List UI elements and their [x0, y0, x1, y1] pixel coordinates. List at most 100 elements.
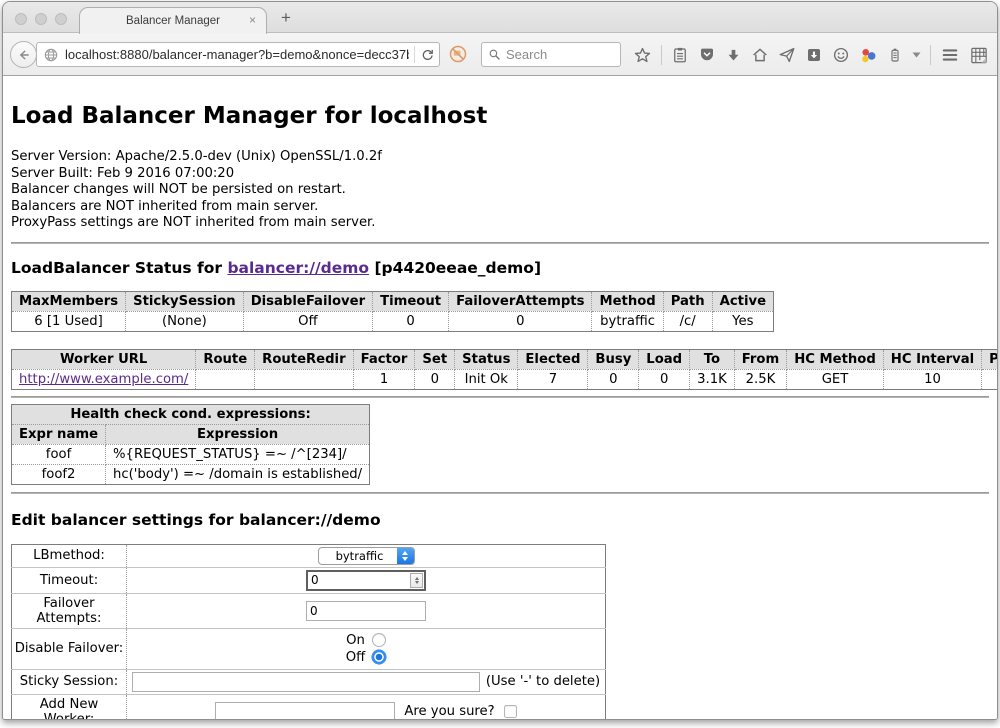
- number-spinner-icon[interactable]: [410, 573, 423, 588]
- worker-url-cell: http://www.example.com/: [12, 369, 196, 389]
- toolbar-separator: [930, 45, 931, 65]
- health-check-table: Health check cond. expressions: Expr nam…: [11, 404, 370, 485]
- column-header: Method: [592, 291, 663, 311]
- column-header: RouteRedir: [255, 349, 353, 369]
- table-cell: [196, 369, 255, 389]
- chat-smiley-icon[interactable]: [832, 46, 850, 64]
- failover-attempts-input[interactable]: [306, 601, 426, 621]
- status-heading-prefix: LoadBalancer Status for: [11, 259, 227, 277]
- table-cell: Yes: [712, 311, 773, 331]
- table-row: 6 [1 Used] (None) Off 0 0 bytraffic /c/ …: [12, 311, 774, 331]
- back-button[interactable]: [10, 41, 37, 68]
- tab-title: Balancer Manager: [126, 15, 220, 27]
- sticky-delete-hint: (Use '-' to delete): [486, 674, 600, 689]
- expression-cell: %{REQUEST_STATUS} =~ /^[234]/: [106, 444, 370, 464]
- column-header: Set: [415, 349, 455, 369]
- column-header: HC Method: [787, 349, 884, 369]
- section-divider: [11, 492, 989, 494]
- balancer-link[interactable]: balancer://demo: [227, 259, 369, 277]
- downloads-icon[interactable]: [725, 47, 742, 64]
- column-header: Status: [455, 349, 518, 369]
- column-header: FailoverAttempts: [449, 291, 592, 311]
- zoom-window-button[interactable]: [55, 13, 67, 25]
- search-icon: [488, 48, 501, 61]
- timeout-input[interactable]: [306, 570, 426, 591]
- server-info: Server Version: Apache/2.5.0-dev (Unix) …: [11, 149, 989, 232]
- url-text[interactable]: localhost:8880/balancer-manager?b=demo&n…: [65, 47, 409, 62]
- health-table-title: Health check cond. expressions:: [12, 404, 370, 424]
- failover-off-radio[interactable]: [372, 650, 386, 664]
- table-cell: /c/: [663, 311, 712, 331]
- column-header: Route: [196, 349, 255, 369]
- tab-close-icon[interactable]: ×: [249, 13, 256, 27]
- proxypass-notice: ProxyPass settings are NOT inherited fro…: [11, 215, 989, 232]
- table-cell: GET: [787, 369, 884, 389]
- table-header-row: Expr name Expression: [12, 424, 370, 444]
- health-title-row: Health check cond. expressions:: [12, 404, 370, 424]
- column-header: Expression: [106, 424, 370, 444]
- column-header: StickySession: [126, 291, 244, 311]
- close-window-button[interactable]: [15, 13, 27, 25]
- content-blocked-icon[interactable]: [448, 44, 468, 64]
- table-cell: 0: [449, 311, 592, 331]
- reader-download-icon[interactable]: [805, 46, 823, 64]
- bookmark-star-icon[interactable]: [633, 46, 652, 65]
- column-header: From: [734, 349, 786, 369]
- section-divider: [11, 396, 989, 398]
- home-icon[interactable]: [751, 46, 769, 64]
- form-row-failover: Failover Attempts:: [12, 593, 606, 628]
- tab-bar: Balancer Manager × +: [3, 2, 997, 33]
- radio-off-label: Off: [346, 650, 365, 665]
- table-cell: bytraffic: [592, 311, 663, 331]
- send-tab-icon[interactable]: [778, 46, 796, 64]
- form-row-add-worker: Add New Worker: Are you sure?: [12, 694, 606, 720]
- battery-icon[interactable]: [887, 46, 903, 64]
- timeout-label: Timeout:: [12, 567, 127, 593]
- search-bar[interactable]: [481, 42, 621, 67]
- are-you-sure-checkbox[interactable]: [504, 705, 517, 718]
- inherit-notice: Balancers are NOT inherited from main se…: [11, 199, 989, 216]
- overflow-caret-icon[interactable]: [912, 52, 921, 58]
- column-header: MaxMembers: [12, 291, 126, 311]
- sticky-session-input[interactable]: [132, 672, 480, 692]
- column-header: Worker URL: [12, 349, 196, 369]
- reading-list-icon[interactable]: [671, 46, 689, 64]
- urlbar-separator: [414, 46, 415, 63]
- globe-icon: [43, 47, 59, 63]
- reload-icon[interactable]: [420, 47, 435, 62]
- expr-row: foof2 hc('body') =~ /domain is establish…: [12, 464, 370, 484]
- menu-hamburger-icon[interactable]: [940, 47, 960, 63]
- browser-tab[interactable]: Balancer Manager ×: [79, 7, 267, 34]
- minimize-window-button[interactable]: [35, 13, 47, 25]
- status-heading: LoadBalancer Status for balancer://demo …: [11, 259, 989, 278]
- column-header: To: [690, 349, 735, 369]
- new-tab-button[interactable]: +: [281, 8, 291, 28]
- worker-url-link[interactable]: http://www.example.com/: [19, 372, 188, 387]
- column-header: DisableFailover: [243, 291, 372, 311]
- page-title: Load Balancer Manager for localhost: [11, 102, 989, 130]
- table-cell: Off: [243, 311, 372, 331]
- lbmethod-select[interactable]: bytraffic: [318, 547, 415, 565]
- colorful-dots-icon[interactable]: [859, 46, 878, 65]
- form-row-lbmethod: LBmethod: bytraffic: [12, 544, 606, 567]
- status-heading-suffix: [p4420eeae_demo]: [369, 259, 541, 277]
- sticky-session-label: Sticky Session:: [12, 669, 127, 694]
- radio-on-label: On: [346, 633, 365, 648]
- failover-on-radio[interactable]: [372, 633, 386, 647]
- form-row-disable-failover: Disable Failover: On Off: [12, 628, 606, 669]
- table-cell: 3.1K: [690, 369, 735, 389]
- select-stepper-icon: [397, 547, 414, 565]
- edit-settings-heading: Edit balancer settings for balancer://de…: [11, 511, 989, 530]
- tiles-grid-icon[interactable]: [969, 46, 989, 65]
- table-cell: 10: [883, 369, 981, 389]
- are-you-sure-label: Are you sure?: [404, 704, 494, 719]
- worker-row: http://www.example.com/ 1 0 Init Ok 7 0 …: [12, 369, 998, 389]
- column-header: Elected: [518, 349, 588, 369]
- lbmethod-label: LBmethod:: [12, 544, 127, 567]
- search-input[interactable]: [506, 47, 606, 62]
- pocket-icon[interactable]: [698, 46, 716, 64]
- expr-row: foof %{REQUEST_STATUS} =~ /^[234]/: [12, 444, 370, 464]
- url-bar[interactable]: localhost:8880/balancer-manager?b=demo&n…: [36, 42, 440, 67]
- expr-name-cell: foof2: [12, 464, 106, 484]
- add-worker-input[interactable]: [215, 702, 395, 720]
